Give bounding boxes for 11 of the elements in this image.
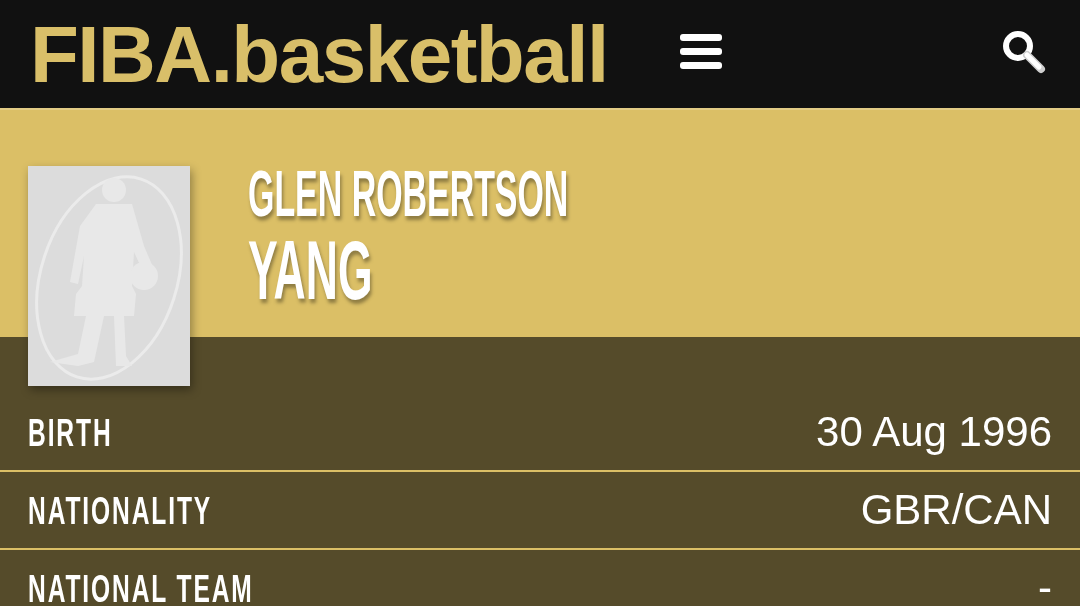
search-icon[interactable] (1002, 30, 1046, 74)
detail-label: NATIONAL TEAM (28, 568, 254, 606)
detail-value: - (1038, 567, 1052, 606)
player-last-name: YANG (248, 230, 373, 310)
detail-label: BIRTH (28, 412, 113, 452)
detail-value: 30 Aug 1996 (816, 411, 1052, 453)
menu-icon[interactable] (679, 34, 722, 70)
detail-value: GBR/CAN (860, 489, 1052, 531)
detail-label: NATIONALITY (28, 490, 213, 530)
player-first-names: GLEN ROBERTSON (248, 158, 569, 230)
site-logo[interactable]: FIBA.basketball (30, 15, 608, 95)
